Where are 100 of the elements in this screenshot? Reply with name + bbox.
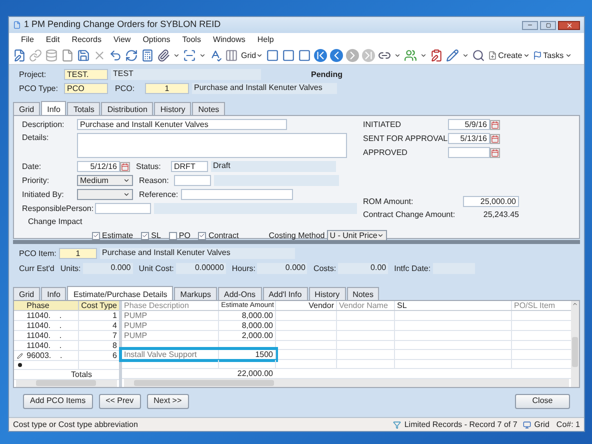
scanner-icon[interactable] bbox=[183, 49, 196, 62]
menu-item[interactable]: View bbox=[113, 34, 131, 46]
tab[interactable]: Info bbox=[41, 287, 66, 300]
costing-method-dropdown[interactable]: U - Unit Price bbox=[326, 230, 388, 241]
tab[interactable]: Add'l Info bbox=[262, 287, 308, 300]
calendar-icon[interactable] bbox=[490, 148, 500, 158]
date-field[interactable]: 5/12/16 bbox=[77, 161, 120, 172]
close-button[interactable]: Close bbox=[515, 394, 570, 408]
maximize-button[interactable] bbox=[540, 20, 556, 30]
date-field[interactable]: 5/13/16 bbox=[448, 133, 490, 144]
previous-button[interactable]: << Prev bbox=[98, 394, 141, 408]
menu-item[interactable]: File bbox=[21, 34, 34, 46]
caret-icon[interactable] bbox=[173, 52, 180, 59]
people-icon[interactable] bbox=[404, 49, 418, 62]
pco-item-description: Purchase and Install Kenuter Valves bbox=[100, 248, 295, 259]
table-cell: 7 bbox=[78, 331, 119, 340]
tab[interactable]: Markups bbox=[174, 287, 217, 300]
details-field[interactable] bbox=[77, 133, 347, 158]
pencil-icon[interactable] bbox=[446, 49, 460, 62]
menu-item[interactable]: Tools bbox=[182, 34, 201, 46]
layout-icon[interactable] bbox=[266, 49, 280, 62]
add-pco-items-button[interactable]: Add PCO Items bbox=[23, 394, 93, 408]
table-cell: 8,000.00 bbox=[218, 321, 275, 330]
delete-icon[interactable] bbox=[93, 49, 106, 62]
layout-icon[interactable] bbox=[282, 49, 296, 62]
tab[interactable]: Notes bbox=[192, 102, 226, 115]
minimize-button[interactable] bbox=[522, 20, 538, 30]
grid-menu-button[interactable]: Grid bbox=[241, 50, 264, 62]
check-icon bbox=[199, 232, 206, 239]
caret-icon[interactable] bbox=[199, 52, 206, 59]
menu-item[interactable]: Help bbox=[257, 34, 274, 46]
save-icon[interactable] bbox=[77, 49, 90, 62]
field-label: Curr Est'd bbox=[19, 264, 54, 274]
calculator-icon[interactable] bbox=[141, 49, 154, 62]
checkbox-label: SL bbox=[151, 230, 161, 240]
table-cell-text: 11040. . bbox=[26, 341, 63, 350]
pco-item-field[interactable]: 1 bbox=[59, 248, 97, 259]
checkbox[interactable] bbox=[92, 232, 100, 240]
description-field[interactable]: Purchase and Install Kenuter Valves bbox=[77, 119, 287, 130]
tab[interactable]: Estimate/Purchase Details bbox=[67, 286, 174, 301]
tab[interactable]: History bbox=[154, 102, 192, 115]
checkbox[interactable] bbox=[168, 232, 177, 240]
create-button[interactable]: Create bbox=[488, 50, 530, 62]
column-header: Phase bbox=[26, 301, 50, 310]
paperclip-icon[interactable] bbox=[157, 49, 170, 62]
edit-document-icon[interactable] bbox=[13, 49, 26, 62]
spellcheck-icon[interactable] bbox=[209, 49, 222, 62]
rom-amount-field[interactable]: 25,000.00 bbox=[463, 196, 519, 207]
checkbox[interactable] bbox=[198, 232, 206, 240]
columns-icon[interactable] bbox=[225, 49, 238, 62]
responsible-person-field[interactable] bbox=[95, 203, 152, 214]
date-field[interactable] bbox=[448, 147, 490, 158]
tasks-button[interactable]: Tasks bbox=[533, 50, 572, 62]
calendar-icon[interactable] bbox=[120, 162, 130, 172]
layout-icon[interactable] bbox=[298, 49, 312, 62]
first-record-icon[interactable] bbox=[314, 49, 328, 62]
refresh-icon[interactable] bbox=[125, 49, 138, 62]
priority-dropdown[interactable]: Medium bbox=[77, 175, 133, 186]
menu-item[interactable]: Windows bbox=[212, 34, 246, 46]
tab[interactable]: Distribution bbox=[101, 102, 154, 115]
reason-field[interactable] bbox=[174, 175, 211, 186]
close-button[interactable] bbox=[558, 20, 580, 30]
previous-record-icon[interactable] bbox=[330, 49, 344, 62]
menu-item[interactable]: Edit bbox=[46, 34, 60, 46]
tab[interactable]: Grid bbox=[13, 287, 40, 300]
clipboard-icon[interactable] bbox=[430, 49, 444, 62]
tab[interactable]: Grid bbox=[13, 102, 40, 115]
next-button[interactable]: Next >> bbox=[146, 394, 189, 408]
stat-value: 0.000 bbox=[82, 263, 133, 274]
calendar-icon[interactable] bbox=[490, 134, 500, 144]
caret-icon[interactable] bbox=[420, 52, 428, 59]
tab[interactable]: Info bbox=[41, 101, 66, 116]
caret-icon[interactable] bbox=[394, 52, 402, 59]
initiated-by-dropdown[interactable] bbox=[77, 189, 133, 200]
tab[interactable]: Add-Ons bbox=[218, 287, 262, 300]
project-field[interactable]: TEST. bbox=[64, 69, 108, 80]
undo-icon[interactable] bbox=[109, 49, 122, 62]
pco-number-field[interactable]: 1 bbox=[145, 83, 189, 94]
link-icon[interactable] bbox=[29, 49, 42, 62]
database-icon[interactable] bbox=[45, 49, 58, 62]
amount-input[interactable]: 1500 bbox=[218, 350, 275, 359]
calendar-icon[interactable] bbox=[490, 120, 500, 130]
document-icon[interactable] bbox=[61, 49, 74, 62]
date-field[interactable]: 5/9/16 bbox=[448, 119, 490, 130]
checkbox[interactable] bbox=[141, 232, 150, 240]
tab[interactable]: Totals bbox=[67, 102, 100, 115]
horizontal-scrollbar[interactable] bbox=[124, 379, 569, 387]
company-number: Co#: 1 bbox=[556, 418, 580, 430]
pco-type-field[interactable]: PCO bbox=[64, 83, 108, 94]
search-icon[interactable] bbox=[472, 49, 486, 62]
vertical-scrollbar[interactable] bbox=[571, 301, 579, 387]
reference-field[interactable] bbox=[181, 189, 293, 200]
caret-icon[interactable] bbox=[462, 52, 470, 59]
scroll-up-icon[interactable] bbox=[572, 301, 578, 307]
tab[interactable]: Notes bbox=[346, 287, 380, 300]
tab[interactable]: History bbox=[308, 287, 346, 300]
menu-item[interactable]: Records bbox=[72, 34, 102, 46]
menu-item[interactable]: Options bbox=[142, 34, 170, 46]
new-document-icon bbox=[488, 51, 498, 60]
status-code-field[interactable]: DRFT bbox=[171, 161, 208, 172]
